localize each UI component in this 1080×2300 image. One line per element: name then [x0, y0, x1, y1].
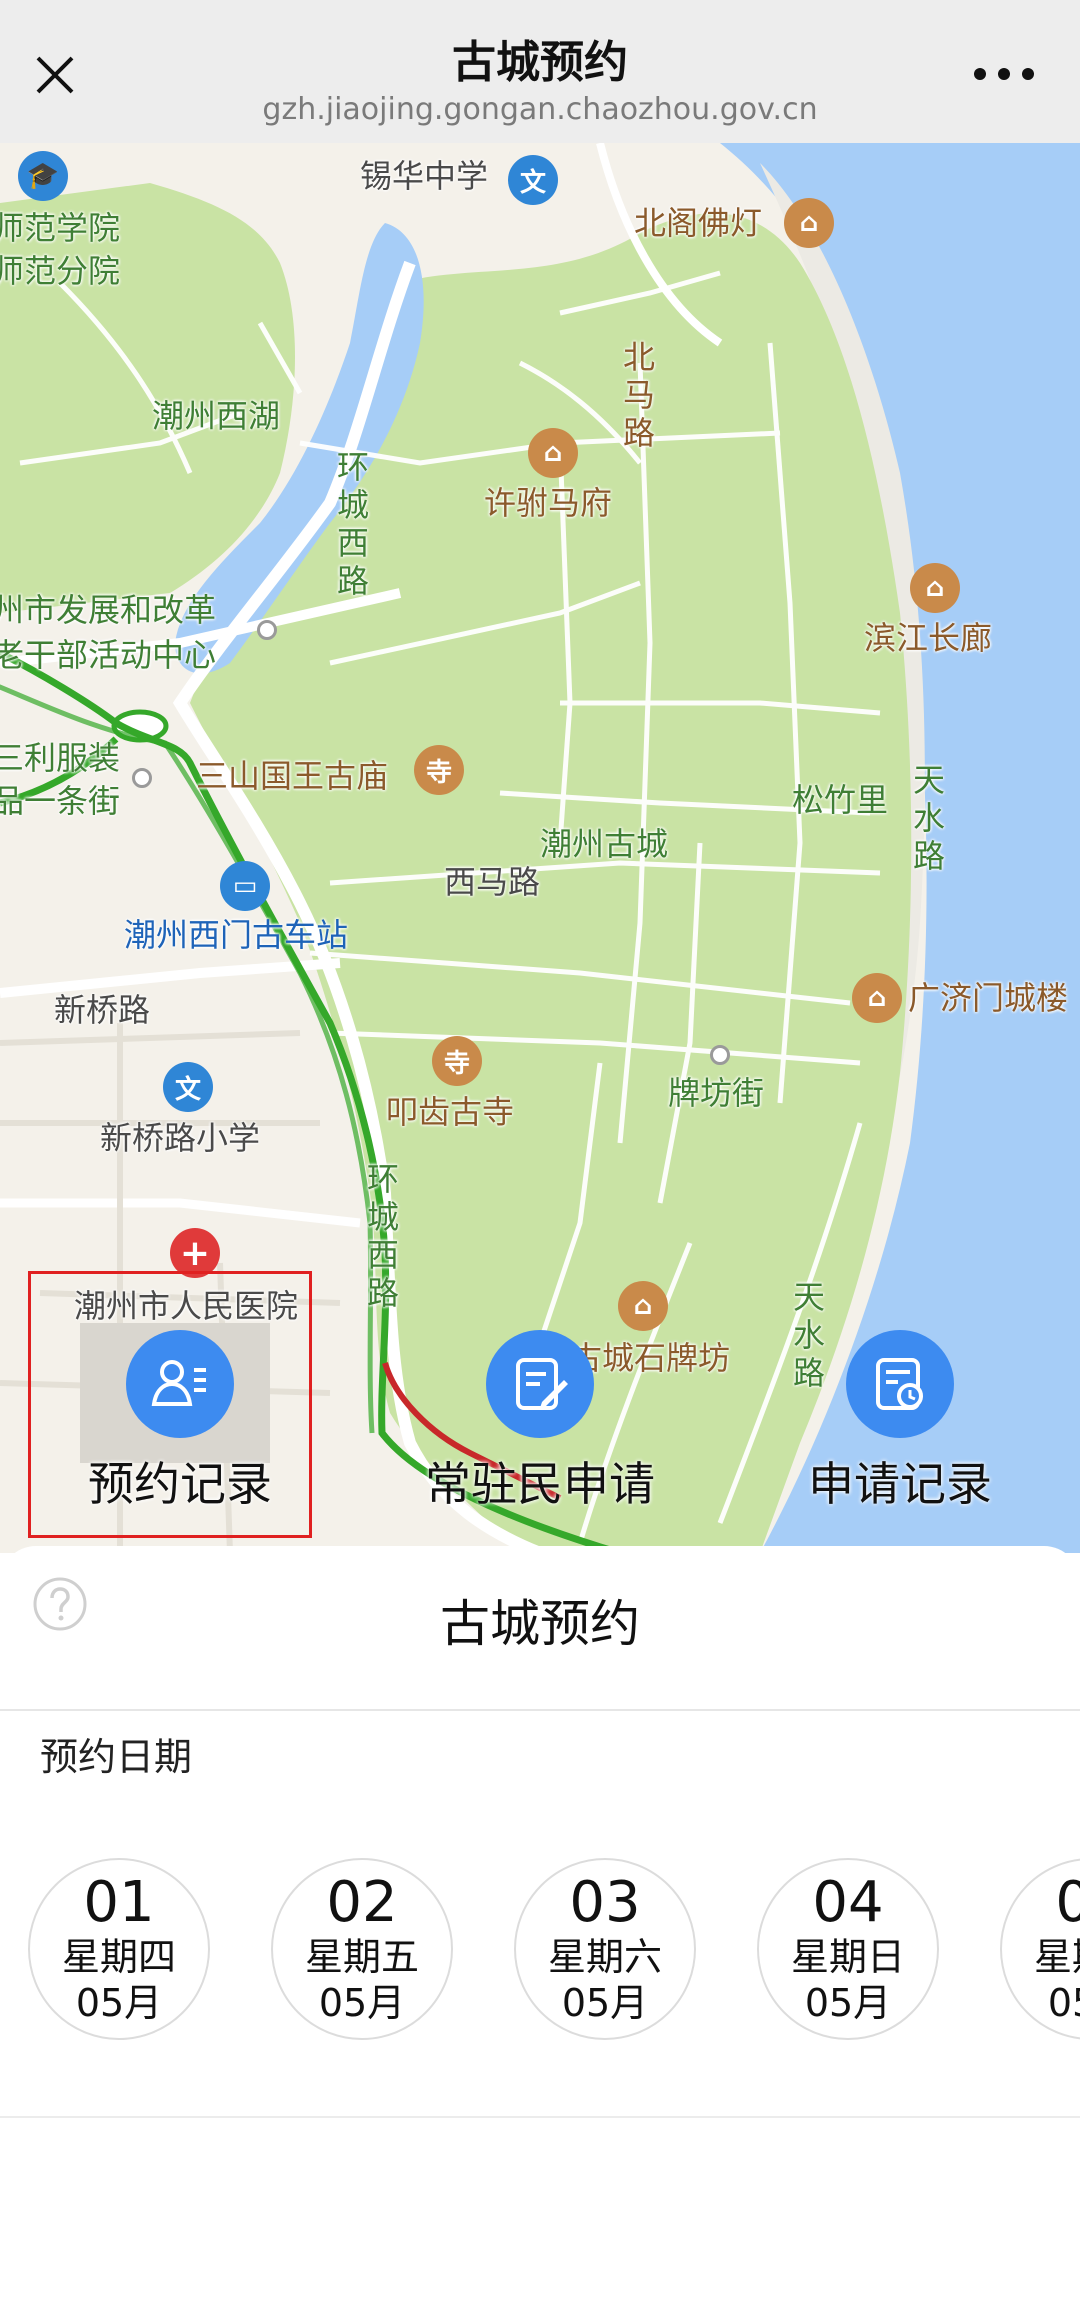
date-month: 05月 — [1047, 1981, 1080, 2025]
date-option[interactable]: 03 星期六 05月 — [514, 1858, 696, 2040]
page-title: 古城预约 — [452, 37, 628, 88]
date-day: 04 — [812, 1870, 884, 1935]
date-day: 05 — [1055, 1870, 1080, 1935]
date-weekday: 星期一 — [1033, 1935, 1080, 1979]
map-label: 三山国王古庙 — [196, 757, 389, 795]
map-label: 滨江长廊 — [864, 619, 993, 657]
date-option[interactable]: 02 星期五 05月 — [271, 1858, 453, 2040]
top-bar: 古城预约 gzh.jiaojing.gongan.chaozhou.gov.cn — [0, 0, 1080, 143]
divider — [0, 2116, 1080, 2118]
map-label: 品一条街 — [0, 782, 121, 820]
date-month: 05月 — [561, 1981, 649, 2025]
temple-icon[interactable]: 寺 — [432, 1036, 482, 1086]
place-dot — [132, 768, 152, 788]
divider — [0, 1709, 1080, 1711]
map-label: 三利服装 — [0, 739, 121, 777]
map-label: 新桥路 — [54, 991, 151, 1029]
date-weekday: 星期四 — [61, 1935, 176, 1979]
map-label: 松竹里 — [792, 781, 889, 819]
page-url: gzh.jiaojing.gongan.chaozhou.gov.cn — [262, 92, 818, 127]
apply-records-button[interactable]: 申请记录 — [750, 1330, 1050, 1514]
place-dot — [710, 1045, 730, 1065]
map-label: 锡华中学 — [360, 157, 489, 195]
map-label: 叩齿古寺 — [386, 1093, 515, 1131]
map-label: 潮州古城 — [540, 825, 669, 863]
date-weekday: 星期日 — [790, 1935, 905, 1979]
landmark-icon[interactable]: ⌂ — [618, 1281, 668, 1331]
apply-records-icon — [846, 1330, 954, 1438]
panel-title: 古城预约 — [440, 1595, 640, 1653]
school-icon[interactable]: 🎓 — [18, 151, 68, 201]
booking-date-label: 预约日期 — [40, 1735, 193, 1779]
resident-apply-label: 常驻民申请 — [425, 1457, 655, 1511]
date-month: 05月 — [318, 1981, 406, 2025]
map-label: 潮州西门古车站 — [124, 916, 349, 954]
date-month: 05月 — [804, 1981, 892, 2025]
bus-icon[interactable]: ▭ — [220, 861, 270, 911]
map-label: 潮州西湖 — [152, 397, 281, 435]
date-weekday: 星期五 — [304, 1935, 419, 1979]
date-day: 03 — [569, 1870, 641, 1935]
date-option[interactable]: 01 星期四 05月 — [28, 1858, 210, 2040]
date-month: 05月 — [75, 1981, 163, 2025]
map-label: 环城西路 — [366, 1160, 399, 1312]
landmark-icon[interactable]: ⌂ — [910, 563, 960, 613]
map-label: 环城西路 — [336, 448, 369, 600]
map-label: 老干部活动中心 — [0, 636, 217, 674]
highlight-frame — [28, 1271, 312, 1538]
map-label: 西马路 — [444, 863, 541, 901]
map-label: 北阁佛灯 — [634, 204, 763, 242]
landmark-icon[interactable]: ⌂ — [852, 973, 902, 1023]
map-label: 牌坊街 — [668, 1074, 765, 1112]
more-icon[interactable] — [972, 62, 1036, 86]
resident-apply-icon — [486, 1330, 594, 1438]
landmark-icon[interactable]: ⌂ — [784, 198, 834, 248]
date-option[interactable]: 04 星期日 05月 — [757, 1858, 939, 2040]
date-weekday: 星期六 — [547, 1935, 662, 1979]
map-label: 师范分院 — [0, 252, 121, 290]
school-icon[interactable]: 文 — [508, 155, 558, 205]
map-label: 州市发展和改革 — [0, 591, 217, 629]
map-label: 广济门城楼 — [908, 979, 1069, 1017]
landmark-icon[interactable]: ⌂ — [528, 428, 578, 478]
place-dot — [257, 620, 277, 640]
school-icon[interactable]: 文 — [163, 1062, 213, 1112]
date-day: 01 — [83, 1870, 155, 1935]
resident-apply-button[interactable]: 常驻民申请 — [390, 1330, 690, 1514]
map-label: 许驸马府 — [484, 484, 613, 522]
temple-icon[interactable]: 寺 — [414, 745, 464, 795]
map-label: 北马路 — [622, 338, 655, 452]
map-label: 师范学院 — [0, 209, 121, 247]
map-label: 新桥路小学 — [100, 1119, 261, 1157]
date-day: 02 — [326, 1870, 398, 1935]
date-option[interactable]: 05 星期一 05月 — [1000, 1858, 1080, 2040]
map-label: 天水路 — [912, 761, 945, 875]
date-picker[interactable]: 01 星期四 05月 02 星期五 05月 03 星期六 05月 04 星期日 … — [0, 1858, 1080, 2058]
booking-panel: 古城预约 预约日期 01 星期四 05月 02 星期五 05月 03 星期六 0… — [0, 1546, 1080, 2300]
apply-records-label: 申请记录 — [808, 1457, 992, 1511]
